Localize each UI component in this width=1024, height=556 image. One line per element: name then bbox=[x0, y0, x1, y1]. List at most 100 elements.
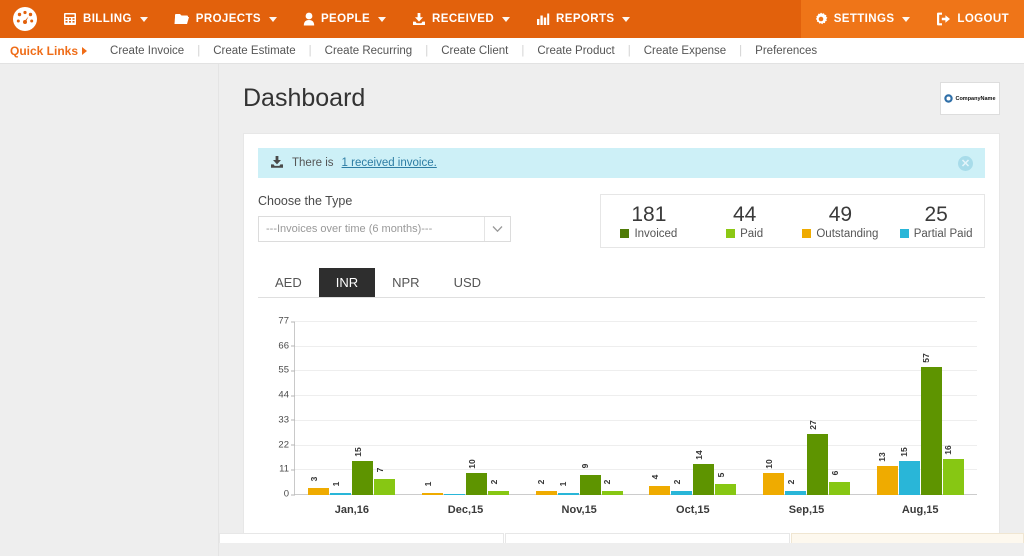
chart-bar-value-label: 2 bbox=[488, 479, 499, 484]
quick-link-create-product[interactable]: Create Product bbox=[524, 45, 627, 57]
nav-label-reports: REPORTS bbox=[556, 13, 615, 25]
alert-link-received-invoice[interactable]: 1 received invoice. bbox=[342, 157, 437, 169]
chart-bar[interactable]: 3 bbox=[308, 477, 330, 495]
invoices-over-time-chart: 0 11 22 33 44 55 66 77 3 1 15 7 Jan,16 1 10 2 Dec,15 2 1 9… bbox=[258, 312, 985, 527]
chart-bar-value-label: 10 bbox=[763, 458, 774, 469]
nav-item-logout[interactable]: LOGOUT bbox=[923, 0, 1022, 38]
chart-y-tick-label: 0 bbox=[284, 489, 296, 500]
chart-bar-value-label: 6 bbox=[829, 470, 840, 475]
chart-bar-groups: 3 1 15 7 Jan,16 1 10 2 Dec,15 2 1 9 2 Nov,15 4 2 14 5 Oct,… bbox=[295, 322, 977, 516]
stat-invoiced-label-row: Invoiced bbox=[601, 228, 697, 240]
chevron-down-icon bbox=[378, 16, 387, 22]
tab-npr[interactable]: NPR bbox=[375, 268, 436, 297]
chart-bar[interactable]: 10 bbox=[763, 459, 785, 495]
chevron-down-icon bbox=[139, 16, 148, 22]
app-logo[interactable] bbox=[0, 6, 50, 32]
chart-bar-value-label: 13 bbox=[877, 452, 888, 462]
quick-link-preferences[interactable]: Preferences bbox=[742, 45, 830, 57]
close-icon[interactable]: ✕ bbox=[958, 155, 973, 171]
nav-item-projects[interactable]: PROJECTS bbox=[161, 0, 290, 38]
quick-link-create-recurring[interactable]: Create Recurring bbox=[312, 45, 426, 57]
chart-y-tick-label: 55 bbox=[278, 365, 295, 376]
chart-bar[interactable]: 2 bbox=[785, 479, 807, 495]
chart-bar[interactable]: 57 bbox=[920, 353, 942, 495]
main-content: Dashboard CompanyName There is 1 receive… bbox=[219, 64, 1024, 543]
chart-bar[interactable]: 14 bbox=[693, 450, 715, 495]
quick-link-create-client[interactable]: Create Client bbox=[428, 45, 521, 57]
chart-bar-value-label: 9 bbox=[580, 463, 591, 469]
nav-item-people[interactable]: PEOPLE bbox=[290, 0, 399, 38]
chart-bar[interactable]: 13 bbox=[876, 452, 898, 495]
quick-link-create-expense[interactable]: Create Expense bbox=[631, 45, 739, 57]
chart-bar[interactable]: 1 bbox=[557, 481, 579, 495]
user-icon bbox=[303, 12, 315, 26]
stat-outstanding-label-row: Outstanding bbox=[793, 228, 889, 240]
chart-bar[interactable]: 6 bbox=[829, 470, 851, 495]
chart-x-axis-label: Dec,15 bbox=[447, 504, 484, 516]
legend-swatch-partial-paid bbox=[899, 229, 909, 238]
alert-text: There is bbox=[292, 157, 334, 169]
tab-aed[interactable]: AED bbox=[258, 268, 319, 297]
chart-bar[interactable]: 2 bbox=[535, 479, 557, 495]
stat-paid-label: Paid bbox=[740, 227, 764, 240]
received-invoice-alert: There is 1 received invoice. ✕ bbox=[258, 148, 985, 178]
chart-bar[interactable]: 27 bbox=[807, 421, 829, 495]
gauge-icon bbox=[12, 6, 38, 32]
chart-bar[interactable]: 1 bbox=[422, 481, 443, 495]
nav-item-billing[interactable]: BILLING bbox=[50, 0, 161, 38]
page-title: Dashboard bbox=[243, 84, 366, 112]
chart-bar[interactable]: 2 bbox=[488, 479, 509, 495]
type-select[interactable]: ---Invoices over time (6 months)--- bbox=[258, 216, 511, 242]
stat-outstanding: 49 Outstanding bbox=[793, 203, 889, 240]
chart-bar[interactable]: 9 bbox=[579, 463, 601, 495]
sidebar bbox=[0, 64, 219, 556]
nav-label-received: RECEIVED bbox=[432, 13, 495, 25]
calculator-icon bbox=[63, 12, 77, 26]
stat-invoiced-label: Invoiced bbox=[634, 227, 678, 240]
chart-bar[interactable]: 15 bbox=[352, 448, 374, 495]
chart-bar[interactable]: 2 bbox=[671, 479, 693, 495]
chart-bar-value-label: 15 bbox=[352, 447, 363, 458]
chart-bar-group: 1 10 2 Dec,15 bbox=[409, 322, 523, 516]
stat-invoiced: 181 Invoiced bbox=[601, 203, 697, 240]
chart-bar[interactable]: 7 bbox=[374, 468, 396, 495]
download-inbox-icon bbox=[270, 155, 284, 172]
chart-bar[interactable]: 10 bbox=[466, 459, 487, 495]
chart-y-tick-label: 66 bbox=[278, 340, 295, 351]
nav-label-projects: PROJECTS bbox=[195, 13, 261, 25]
nav-item-settings[interactable]: SETTINGS bbox=[801, 0, 924, 38]
stat-outstanding-value: 49 bbox=[828, 202, 853, 226]
quick-link-create-estimate[interactable]: Create Estimate bbox=[200, 45, 308, 57]
chart-x-axis-label: Aug,15 bbox=[901, 504, 939, 516]
chart-bar[interactable]: 2 bbox=[601, 479, 623, 495]
chart-bar[interactable] bbox=[444, 494, 465, 495]
tab-inr[interactable]: INR bbox=[318, 268, 376, 297]
dashboard-card: There is 1 received invoice. ✕ Choose th… bbox=[243, 133, 1000, 543]
download-icon bbox=[412, 12, 426, 26]
account-menu: SETTINGS LOGOUT bbox=[800, 0, 1024, 38]
nav-label-settings: SETTINGS bbox=[833, 13, 895, 25]
nav-item-received[interactable]: RECEIVED bbox=[399, 0, 523, 38]
chart-bar[interactable]: 16 bbox=[942, 445, 964, 495]
chart-bar[interactable]: 4 bbox=[649, 475, 671, 495]
tab-usd[interactable]: USD bbox=[437, 268, 498, 297]
chart-x-axis-label: Oct,15 bbox=[676, 504, 710, 516]
nav-item-reports[interactable]: REPORTS bbox=[523, 0, 643, 38]
stat-partial-paid-value: 25 bbox=[924, 202, 948, 226]
quick-link-create-invoice[interactable]: Create Invoice bbox=[97, 45, 197, 57]
chart-bar[interactable]: 15 bbox=[898, 448, 920, 495]
chart-bar-value-label: 2 bbox=[785, 479, 796, 484]
chevron-down-icon[interactable] bbox=[484, 217, 510, 241]
chart-bar-value-label: 27 bbox=[807, 420, 818, 431]
next-panel-peek bbox=[219, 533, 1024, 543]
chart-y-tick-label: 22 bbox=[278, 439, 295, 450]
main-menu: BILLING PROJECTS PEOPLE RECEIVED REPORTS bbox=[50, 0, 643, 38]
chart-bar-value-label: 3 bbox=[308, 476, 319, 482]
chart-bar-value-label: 1 bbox=[558, 481, 569, 487]
chart-bar[interactable]: 5 bbox=[715, 472, 737, 495]
arrow-right-icon bbox=[82, 46, 88, 55]
chart-bar-value-label: 2 bbox=[536, 479, 547, 484]
chart-bar[interactable]: 1 bbox=[330, 481, 352, 495]
chart-x-axis-label: Sep,15 bbox=[788, 504, 825, 516]
alert-content: There is 1 received invoice. bbox=[270, 155, 437, 172]
